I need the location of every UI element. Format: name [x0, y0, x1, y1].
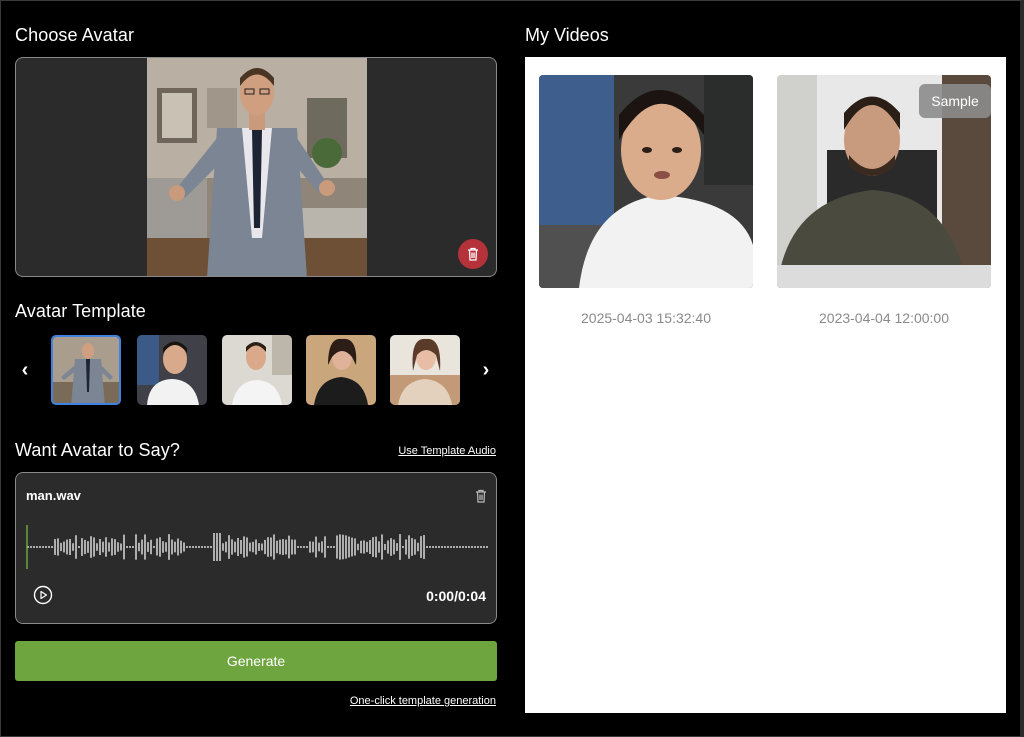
delete-avatar-button[interactable] — [458, 239, 488, 269]
trash-icon[interactable] — [474, 489, 488, 503]
template-thumb-3[interactable] — [222, 335, 292, 405]
chevron-left-icon[interactable]: ‹ — [17, 359, 33, 382]
choose-avatar-title: Choose Avatar — [15, 25, 135, 45]
audio-time: 0:00/0:04 — [426, 588, 486, 604]
play-icon[interactable] — [33, 585, 53, 605]
avatar-image — [147, 58, 367, 276]
template-carousel: ‹ › — [15, 333, 497, 407]
one-click-generation-link[interactable]: One-click template generation — [350, 695, 496, 707]
my-videos-title: My Videos — [525, 25, 609, 45]
trash-icon — [468, 247, 478, 261]
video-date: 2023-04-04 12:00:00 — [819, 310, 949, 326]
template-thumb-2[interactable] — [137, 335, 207, 405]
audio-file-name: man.wav — [26, 488, 81, 503]
video-card-1[interactable]: 2025-04-03 15:32:40 — [539, 75, 753, 326]
video-thumbnail[interactable]: Sample — [777, 75, 991, 288]
videos-panel: 2025-04-03 15:32:40 Sample 2023-04-04 12… — [525, 57, 1006, 713]
generate-button[interactable]: Generate — [15, 641, 497, 681]
video-thumbnail[interactable] — [539, 75, 753, 288]
avatar-template-title: Avatar Template — [15, 301, 146, 321]
sample-badge: Sample — [919, 84, 991, 118]
template-thumb-4[interactable] — [306, 335, 376, 405]
template-thumb-1[interactable] — [51, 335, 121, 405]
audio-card: man.wav 0:00/0:04 — [15, 472, 497, 624]
template-thumb-5[interactable] — [390, 335, 460, 405]
audio-waveform[interactable] — [26, 523, 488, 571]
video-date: 2025-04-03 15:32:40 — [581, 310, 711, 326]
video-card-2[interactable]: Sample 2023-04-04 12:00:00 — [777, 75, 991, 326]
chevron-right-icon[interactable]: › — [478, 359, 494, 382]
use-template-audio-link[interactable]: Use Template Audio — [398, 445, 496, 457]
want-say-title: Want Avatar to Say? — [15, 440, 180, 460]
avatar-preview[interactable] — [15, 57, 497, 277]
